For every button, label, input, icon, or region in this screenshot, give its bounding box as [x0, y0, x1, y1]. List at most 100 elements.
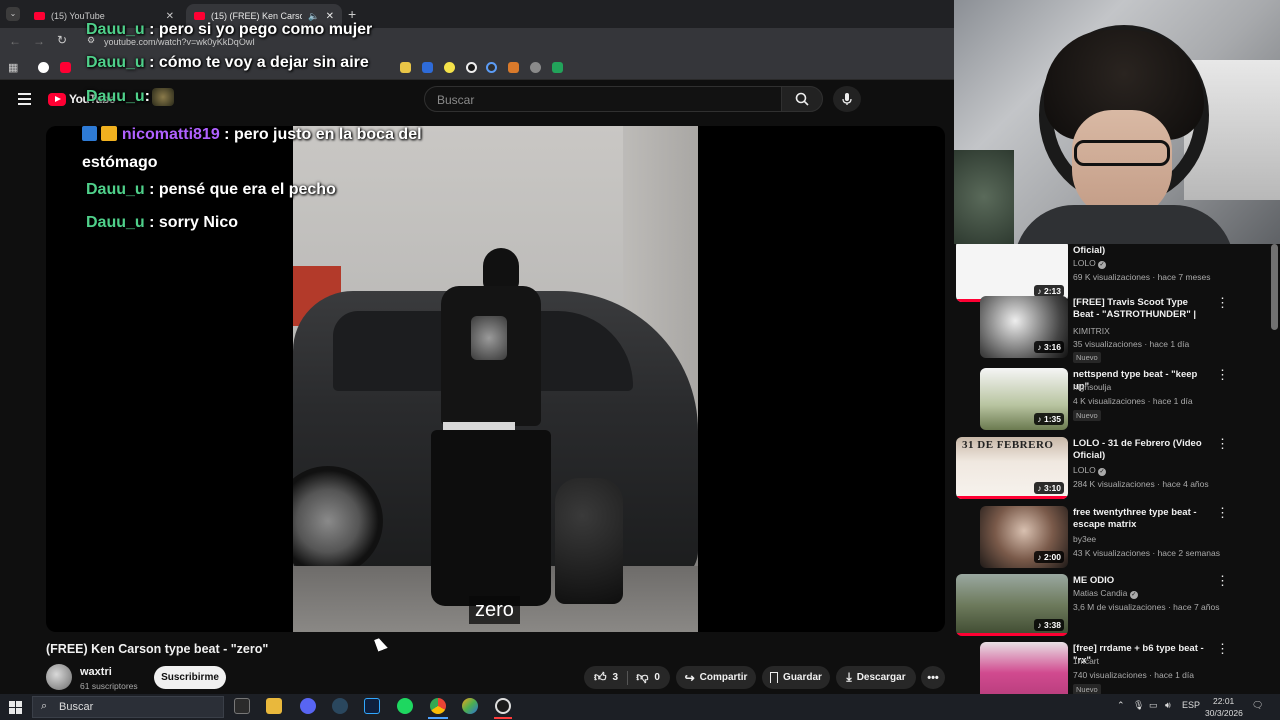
bookmark-icon[interactable] — [530, 62, 541, 73]
language-indicator[interactable]: ESP — [1182, 700, 1200, 710]
app-icon[interactable] — [462, 698, 478, 714]
bookmark-icon[interactable] — [422, 62, 433, 73]
list-item[interactable]: ♪ 2:00 free twentythree type beat - esca… — [956, 506, 1276, 570]
save-button[interactable]: Guardar — [762, 666, 830, 689]
bookmark-icon[interactable] — [508, 62, 519, 73]
more-options-icon[interactable]: ⋮ — [1216, 574, 1229, 587]
download-button[interactable]: ⤓ Descargar — [836, 666, 916, 689]
hoodie-print — [471, 316, 507, 360]
list-item[interactable]: ♪ 1:35 nettspend type beat - "keep up" ⋮… — [956, 368, 1276, 432]
channel-name[interactable]: LOLO ✓ — [1073, 465, 1107, 476]
reload-icon[interactable]: ↻ — [57, 33, 67, 47]
voice-search-button[interactable] — [833, 86, 861, 112]
more-options-icon[interactable]: ⋮ — [1216, 368, 1229, 381]
more-actions-button[interactable]: ••• — [921, 666, 945, 689]
bookmark-icon[interactable] — [400, 62, 411, 73]
video-title[interactable]: [FREE] Travis Scoot Type Beat - "ASTROTH… — [1073, 297, 1208, 321]
chat-nick: nicomatti819 — [121, 126, 220, 143]
youtube-favicon-icon — [194, 12, 205, 20]
taskbar-search-input[interactable]: ⌕ Buscar — [32, 696, 224, 718]
list-item[interactable]: ♪ 3:38 ME ODIO ⋮ Matias Candia ✓ 3,6 M d… — [956, 574, 1276, 638]
video-title[interactable]: LOLO - 31 de Febrero (Video Oficial) — [1073, 438, 1208, 462]
more-options-icon[interactable]: ⋮ — [1216, 506, 1229, 519]
video-title[interactable]: Oficial) — [1073, 245, 1208, 257]
duration-badge: ♪ 3:16 — [1034, 341, 1064, 353]
more-options-icon[interactable]: ⋮ — [1216, 296, 1229, 309]
duration-badge: ♪ 1:35 — [1034, 413, 1064, 425]
music-note-icon: ♪ — [1037, 286, 1044, 296]
bookmark-icon[interactable] — [466, 62, 477, 73]
video-thumbnail[interactable]: ♪ 3:16 — [980, 296, 1068, 358]
back-icon[interactable]: ← — [9, 34, 21, 48]
duration-text: 1:35 — [1043, 414, 1061, 424]
file-explorer-icon[interactable] — [266, 698, 282, 714]
video-thumbnail[interactable] — [980, 642, 1068, 694]
discord-icon[interactable] — [300, 698, 316, 714]
video-frame[interactable] — [293, 126, 698, 632]
photoshop-icon[interactable] — [364, 698, 380, 714]
bookmark-icon[interactable] — [486, 62, 497, 73]
like-button[interactable]: 👍︎ 3 — [594, 670, 618, 685]
tab-list-icon[interactable]: ⌄ — [6, 7, 20, 21]
chat-nick: Dauu_u — [86, 21, 145, 38]
channel-name[interactable]: waxtri — [80, 666, 112, 678]
windows-start-icon[interactable] — [9, 701, 22, 714]
chat-text: pero justo en la boca del — [233, 126, 422, 143]
video-thumbnail[interactable]: 31 DE FEBRERO ♪ 3:10 — [956, 437, 1068, 499]
video-thumbnail[interactable]: ♪ 2:00 — [980, 506, 1068, 568]
channel-label: LOLO — [1073, 465, 1096, 475]
apps-grid-icon[interactable]: ▦ — [8, 61, 18, 74]
new-tab-icon[interactable]: + — [348, 6, 356, 22]
channel-name[interactable]: KIMITRIX — [1073, 326, 1110, 336]
new-badge: Nuevo — [1073, 684, 1101, 694]
chat-message: Dauu_u : pensé que era el pecho — [86, 181, 336, 199]
subscribe-button[interactable]: Suscribirme — [154, 666, 226, 689]
share-button[interactable]: ↪ Compartir — [676, 666, 756, 689]
channel-name[interactable]: LOLO ✓ — [1073, 258, 1107, 269]
chat-text: cómo te voy a dejar sin aire — [158, 54, 369, 71]
video-thumbnail[interactable]: ♪ 2:13 — [956, 244, 1068, 302]
notifications-icon[interactable]: 🗨︎ — [1252, 700, 1263, 711]
scrollbar-thumb[interactable] — [1271, 244, 1278, 330]
video-title[interactable]: ME ODIO — [1073, 575, 1208, 587]
channel-name[interactable]: 1ntcart — [1073, 656, 1099, 666]
network-icon[interactable]: ▭ — [1149, 700, 1158, 711]
epic-games-icon[interactable] — [234, 698, 250, 714]
view-count: 284 K visualizaciones — [1073, 479, 1155, 489]
sheets-bookmark-icon[interactable] — [552, 62, 563, 73]
menu-icon[interactable] — [18, 93, 31, 105]
steam-icon[interactable] — [332, 698, 348, 714]
more-options-icon[interactable]: ⋮ — [1216, 437, 1229, 450]
close-tab-icon[interactable]: ✕ — [326, 11, 334, 22]
volume-icon[interactable]: 🔊︎ — [1165, 700, 1171, 711]
google-bookmark-icon[interactable] — [38, 62, 49, 73]
bookmark-icon[interactable] — [444, 62, 455, 73]
microphone-icon[interactable]: 🎙︎ — [1133, 700, 1144, 711]
duration-text: 2:13 — [1043, 286, 1061, 296]
channel-name[interactable]: highsoulja — [1073, 382, 1111, 392]
subscriber-count: 61 suscriptores — [80, 681, 138, 691]
close-tab-icon[interactable]: ✕ — [166, 11, 174, 22]
tray-chevron-icon[interactable]: ⌃ — [1117, 700, 1125, 711]
channel-name[interactable]: by3ee — [1073, 534, 1096, 544]
video-thumbnail[interactable]: ♪ 3:38 — [956, 574, 1068, 636]
more-options-icon[interactable]: ⋮ — [1216, 642, 1229, 655]
channel-name[interactable]: Matias Candia ✓ — [1073, 588, 1138, 599]
video-thumbnail[interactable]: ♪ 1:35 — [980, 368, 1068, 430]
chat-text: pensé que era el pecho — [158, 181, 336, 198]
clock-time[interactable]: 22:01 — [1213, 696, 1234, 706]
dislike-button[interactable]: 👎︎ 0 — [636, 670, 660, 685]
channel-avatar[interactable] — [46, 664, 72, 690]
search-button[interactable] — [781, 86, 823, 112]
chrome-icon[interactable] — [430, 698, 446, 714]
video-title[interactable]: free twentythree type beat - escape matr… — [1073, 507, 1208, 531]
forward-icon[interactable]: → — [33, 34, 45, 48]
clock-date[interactable]: 30/3/2026 — [1205, 708, 1243, 718]
list-item[interactable]: 31 DE FEBRERO ♪ 3:10 LOLO - 31 de Febrer… — [956, 437, 1276, 501]
obs-icon[interactable] — [495, 698, 511, 714]
search-input[interactable]: Buscar — [424, 86, 782, 112]
spotify-icon[interactable] — [397, 698, 413, 714]
youtube-bookmark-icon[interactable] — [60, 62, 71, 73]
list-item[interactable]: ♪ 3:16 [FREE] Travis Scoot Type Beat - "… — [956, 296, 1276, 363]
list-item[interactable]: [free] rrdame + b6 type beat -"rx" ⋮ 1nt… — [956, 642, 1276, 694]
